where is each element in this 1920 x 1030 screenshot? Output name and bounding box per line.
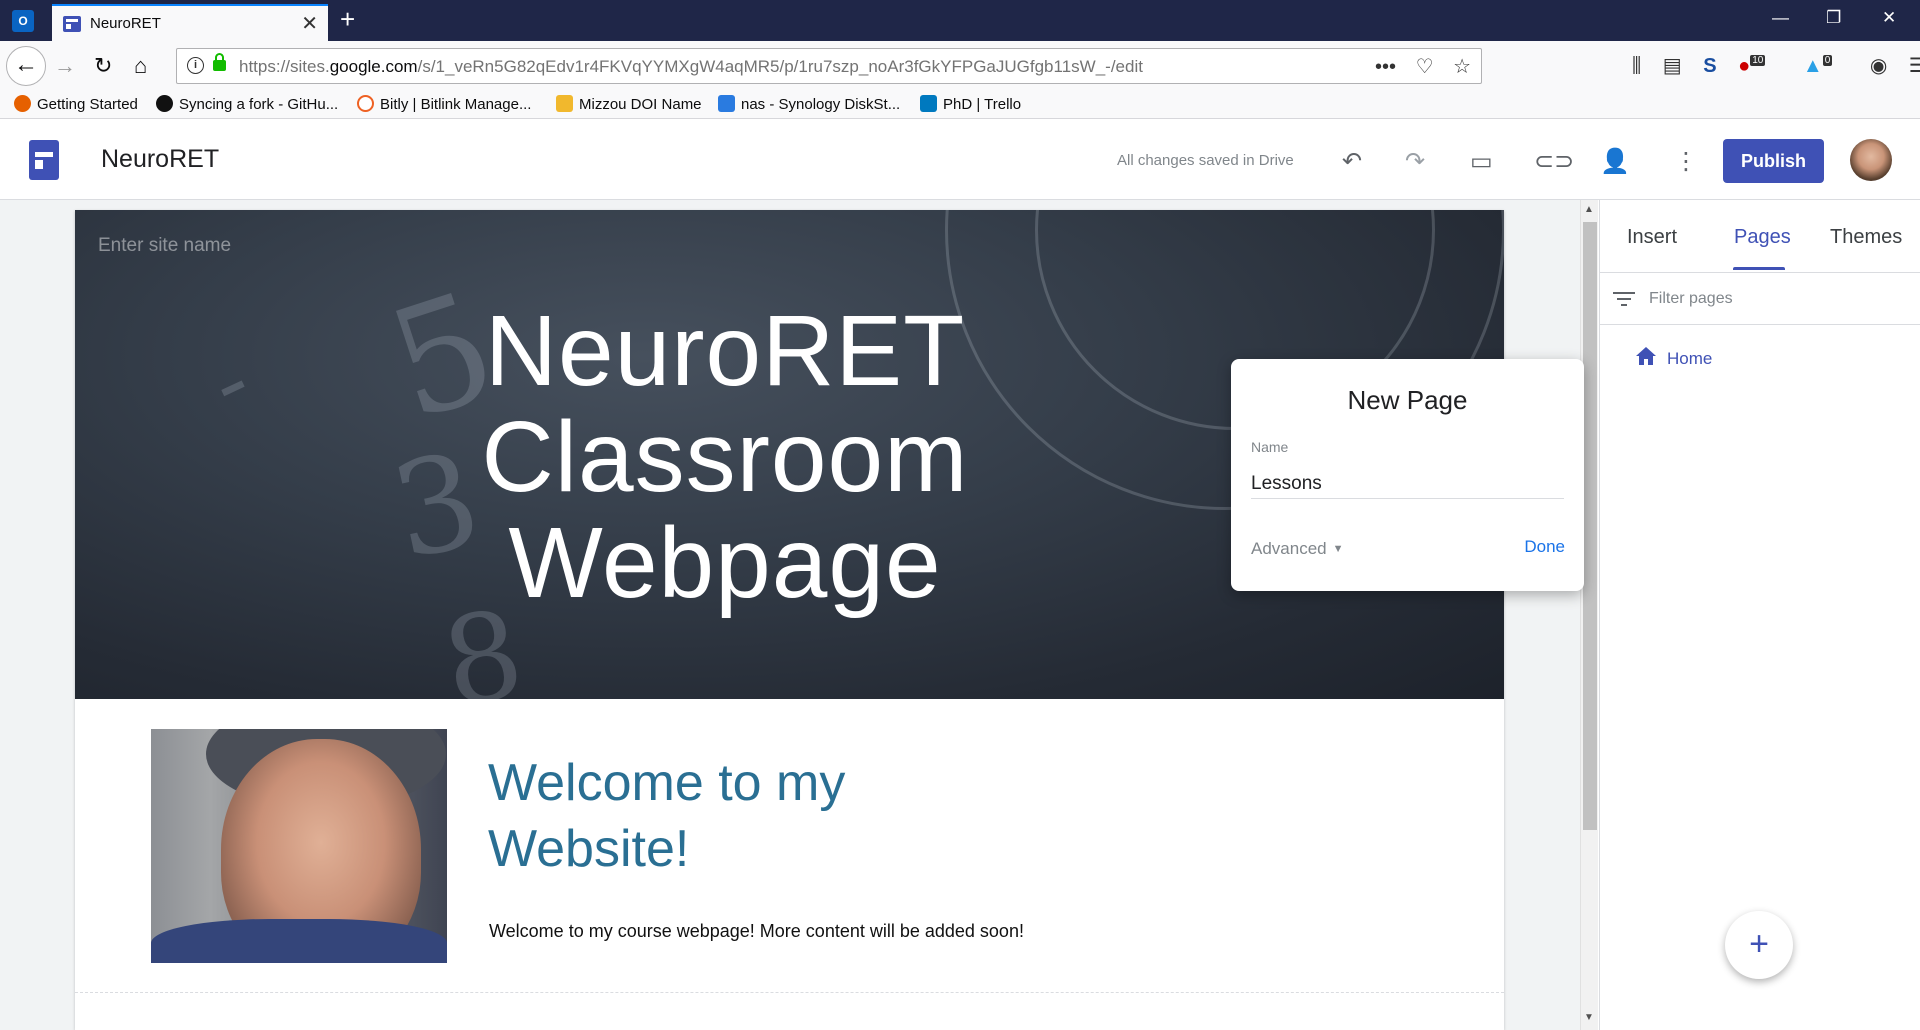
account-extension-icon[interactable]: ◉	[1870, 53, 1887, 78]
more-options-icon[interactable]: ⋮	[1674, 147, 1698, 176]
tab-title: NeuroRET	[90, 15, 161, 32]
menu-icon[interactable]: ☰	[1909, 53, 1920, 78]
chalk-scribble: -	[194, 328, 267, 437]
redo-icon[interactable]: ↷	[1405, 147, 1425, 176]
adblock-badge: 10	[1750, 55, 1766, 66]
site-info-icon[interactable]: i	[187, 57, 204, 74]
save-status: All changes saved in Drive	[1117, 152, 1294, 169]
bookmark-star-icon[interactable]: ☆	[1453, 56, 1471, 78]
trello-icon	[920, 95, 937, 112]
tab-insert[interactable]: Insert	[1627, 226, 1677, 249]
url-actions: ••• ♡ ☆	[1361, 54, 1471, 79]
extension-s-icon[interactable]: S	[1703, 55, 1716, 78]
section-divider	[75, 992, 1504, 993]
bookmark-getting-started[interactable]: Getting Started	[14, 95, 138, 113]
hero-title[interactable]: NeuroRET Classroom Webpage	[355, 298, 1095, 616]
notification-icon[interactable]: ▲ 0	[1803, 55, 1848, 78]
welcome-heading[interactable]: Welcome to my Website!	[488, 750, 908, 882]
home-icon	[1636, 347, 1656, 365]
filter-icon[interactable]	[1613, 292, 1635, 308]
browser-titlebar: O NeuroRET ✕ + — ❐ ✕	[0, 0, 1920, 41]
synology-icon	[718, 95, 735, 112]
account-avatar[interactable]	[1850, 139, 1892, 181]
publish-button[interactable]: Publish	[1723, 139, 1824, 183]
share-add-person-icon[interactable]: 👤	[1600, 147, 1630, 176]
profile-photo[interactable]	[151, 729, 447, 963]
firefox-icon	[14, 95, 31, 112]
forward-button[interactable]: →	[54, 53, 76, 79]
new-tab-button[interactable]: +	[340, 4, 355, 35]
notification-badge: 0	[1822, 55, 1833, 66]
sidebar-icon[interactable]: ▤	[1663, 53, 1682, 78]
reload-button[interactable]: ↻	[94, 53, 112, 79]
back-button[interactable]: ←	[6, 46, 46, 86]
panel-divider	[1600, 324, 1920, 325]
dialog-title: New Page	[1347, 385, 1468, 415]
site-title[interactable]: NeuroRET	[101, 145, 219, 174]
browser-tab[interactable]: NeuroRET ✕	[52, 4, 328, 41]
tab-themes[interactable]: Themes	[1830, 226, 1902, 249]
outlook-icon[interactable]: O	[12, 10, 34, 32]
undo-icon[interactable]: ↶	[1342, 147, 1362, 176]
bookmarks-bar: Getting Started Syncing a fork - GitHu..…	[0, 91, 1920, 119]
bookmark-synology[interactable]: nas - Synology DiskSt...	[718, 95, 900, 113]
restore-icon[interactable]: ❐	[1826, 8, 1841, 28]
photo-shirt	[151, 919, 447, 963]
preview-devices-icon[interactable]: ▭	[1470, 147, 1493, 176]
lock-icon	[213, 53, 226, 71]
done-button[interactable]: Done	[1524, 537, 1565, 557]
filter-pages-input[interactable]: Filter pages	[1649, 290, 1733, 308]
add-page-button[interactable]: +	[1725, 911, 1793, 979]
url-text[interactable]: https://sites.google.com/s/1_veRn5G82qEd…	[239, 57, 1143, 77]
home-button[interactable]: ⌂	[134, 53, 147, 79]
scroll-down-icon[interactable]: ▼	[1584, 1012, 1594, 1023]
navigation-bar: ← → ↻ ⌂ i https://sites.google.com/s/1_v…	[0, 41, 1920, 91]
caret-down-icon: ▼	[1332, 543, 1344, 555]
side-panel: Insert Pages Themes Filter pages Home	[1599, 200, 1920, 1030]
pocket-icon[interactable]: ♡	[1416, 56, 1434, 78]
google-sites-logo-icon[interactable]	[29, 140, 59, 180]
bookmark-github[interactable]: Syncing a fork - GitHu...	[156, 95, 338, 113]
library-icon[interactable]: ⫼	[1632, 55, 1641, 78]
copy-link-icon[interactable]: ⊂⊃	[1534, 147, 1574, 176]
sites-app-bar: NeuroRET All changes saved in Drive ↶ ↷ …	[0, 119, 1920, 200]
mizzou-icon	[556, 95, 573, 112]
welcome-text[interactable]: Welcome to my course webpage! More conte…	[489, 921, 1024, 942]
close-tab-icon[interactable]: ✕	[301, 11, 318, 36]
scrollbar-thumb[interactable]	[1583, 222, 1597, 830]
panel-divider	[1600, 272, 1920, 273]
page-name-input[interactable]	[1251, 469, 1564, 499]
bookmark-trello[interactable]: PhD | Trello	[920, 95, 1021, 113]
minimize-icon[interactable]: —	[1772, 8, 1789, 28]
page-item-home[interactable]: Home	[1667, 349, 1712, 369]
canvas-scrollbar[interactable]: ▲ ▼	[1580, 200, 1598, 1030]
site-name-input[interactable]: Enter site name	[98, 235, 231, 257]
sites-favicon-icon	[63, 16, 81, 32]
toolbar-icons: ⫼ ▤ S ● 10 ▲ 0 ◉ ☰	[1632, 53, 1920, 78]
page-actions-icon[interactable]: •••	[1375, 56, 1396, 78]
bitly-icon	[357, 95, 374, 112]
site-page: 5 3 8 - Enter site name NeuroRET Classro…	[75, 210, 1504, 1030]
tab-pages[interactable]: Pages	[1734, 226, 1791, 249]
bookmark-bitly[interactable]: Bitly | Bitlink Manage...	[357, 95, 531, 113]
active-tab-indicator	[1733, 267, 1785, 270]
bookmark-mizzou-doi[interactable]: Mizzou DOI Name	[556, 95, 702, 113]
name-field-label: Name	[1251, 439, 1289, 455]
scroll-up-icon[interactable]: ▲	[1584, 204, 1594, 215]
advanced-dropdown[interactable]: Advanced ▼	[1251, 539, 1344, 559]
new-page-dialog: New Page Name Advanced▼ Done	[1231, 359, 1584, 591]
url-bar[interactable]: i https://sites.google.com/s/1_veRn5G82q…	[176, 48, 1482, 84]
adblock-icon[interactable]: ● 10	[1738, 55, 1781, 78]
github-icon	[156, 95, 173, 112]
close-window-icon[interactable]: ✕	[1882, 8, 1896, 28]
